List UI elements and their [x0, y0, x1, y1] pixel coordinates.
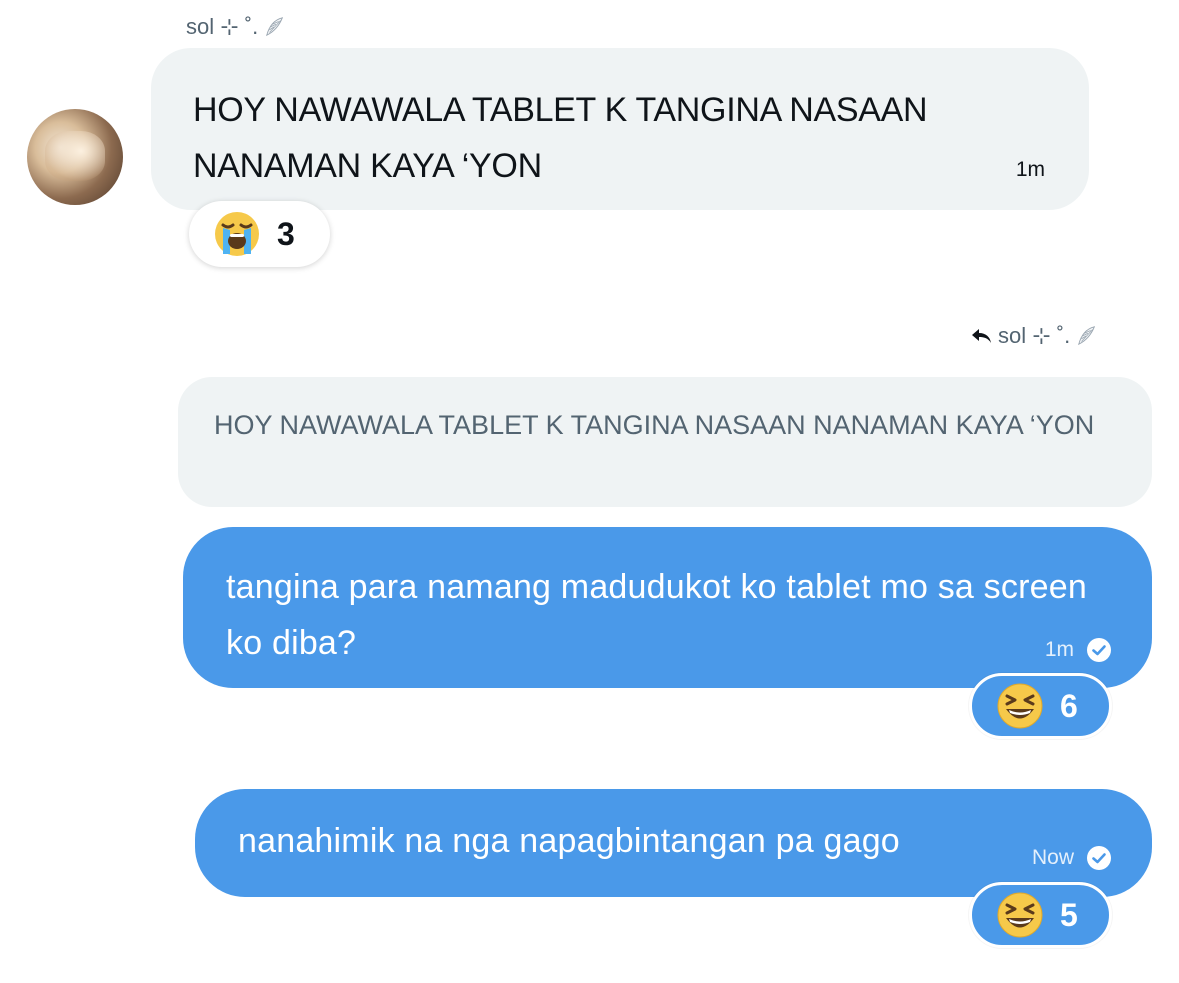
outgoing-message-bubble[interactable]: tangina para namang madudukot ko tablet … [183, 527, 1152, 688]
message-meta: Now [1032, 845, 1112, 871]
quoted-message[interactable]: HOY NAWAWALA TABLET K TANGINA NASAAN NAN… [178, 377, 1152, 507]
grinning-squinting-face-icon [996, 682, 1044, 730]
wing-icon [264, 16, 286, 38]
message-meta: 1m [1045, 637, 1112, 663]
message-time: Now [1031, 846, 1074, 869]
reaction-count: 6 [1060, 687, 1078, 724]
quoted-message-text: HOY NAWAWALA TABLET K TANGINA NASAAN NAN… [214, 410, 1095, 440]
wing-icon [1076, 325, 1098, 347]
reaction-count: 5 [1060, 896, 1078, 933]
message-time: 1m [1044, 638, 1074, 661]
incoming-message-time: 1m [1015, 158, 1045, 181]
reaction-badge-laugh[interactable]: 6 [969, 673, 1112, 739]
reaction-count: 3 [277, 215, 295, 252]
outgoing-message-bubble[interactable]: nanahimik na nga napagbintangan pa gago … [195, 789, 1152, 897]
check-icon [1086, 637, 1112, 663]
sender-name-text: sol ⊹ ˚. [186, 14, 259, 39]
grinning-squinting-face-icon [996, 891, 1044, 939]
reply-to-name: sol ⊹ ˚. [998, 323, 1071, 348]
reply-arrow-icon [972, 329, 991, 343]
incoming-message-text: HOY NAWAWALA TABLET K TANGINA NASAAN NAN… [193, 91, 928, 185]
check-icon [1086, 845, 1112, 871]
outgoing-message-text: tangina para namang madudukot ko tablet … [226, 568, 1087, 662]
avatar[interactable] [27, 109, 123, 205]
loudly-crying-face-icon [213, 210, 261, 258]
reaction-badge-laugh[interactable]: 5 [969, 882, 1112, 948]
reaction-badge-crying[interactable]: 3 [189, 201, 330, 267]
sender-name: sol ⊹ ˚. [186, 14, 286, 40]
incoming-message-bubble[interactable]: HOY NAWAWALA TABLET K TANGINA NASAAN NAN… [151, 48, 1089, 210]
outgoing-message-text: nanahimik na nga napagbintangan pa gago [238, 822, 900, 860]
reply-to-label: sol ⊹ ˚. [970, 323, 1098, 349]
